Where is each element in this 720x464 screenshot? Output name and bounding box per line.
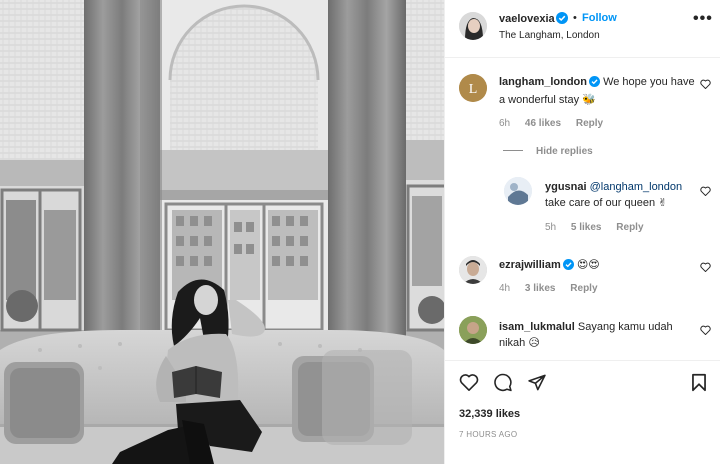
follow-button[interactable]: Follow bbox=[582, 12, 617, 24]
reply-button[interactable]: Reply bbox=[570, 283, 597, 294]
post-side-panel: vaelovexia • Follow The Langham, London … bbox=[444, 0, 720, 464]
comment-text: isam_lukmalul Sayang kamu udah nikah 😥 bbox=[499, 319, 689, 351]
commenter-avatar[interactable] bbox=[459, 316, 487, 344]
author-avatar[interactable] bbox=[459, 12, 487, 40]
post-timestamp: 7 HOURS AGO bbox=[459, 430, 518, 439]
comment-text: langham_london We hope you have a wonder… bbox=[499, 74, 699, 108]
victory-hand-emoji-icon: ✌ bbox=[658, 197, 668, 209]
reply-body: take care of our queen bbox=[545, 197, 656, 209]
comment-bubble-icon[interactable] bbox=[493, 373, 513, 395]
post-actions: 32,339 likes 7 HOURS AGO bbox=[445, 360, 720, 464]
reply-time[interactable]: 5h bbox=[545, 222, 556, 233]
comment-item: isam_lukmalul Sayang kamu udah nikah 😥 bbox=[445, 315, 720, 359]
instagram-post: vaelovexia • Follow The Langham, London … bbox=[0, 0, 720, 464]
reply-button[interactable]: Reply bbox=[616, 222, 643, 233]
hide-replies-button[interactable]: Hide replies bbox=[503, 146, 593, 157]
save-bookmark-icon[interactable] bbox=[691, 373, 707, 395]
author-username[interactable]: vaelovexia bbox=[499, 13, 555, 25]
verified-badge-icon bbox=[562, 259, 574, 275]
hide-replies-line bbox=[503, 150, 523, 151]
post-header: vaelovexia • Follow The Langham, London … bbox=[445, 0, 720, 58]
heart-eyes-emoji-icon: 😍😍 bbox=[576, 259, 600, 271]
like-heart-icon[interactable] bbox=[459, 373, 479, 394]
comment-username[interactable]: langham_london bbox=[499, 76, 587, 88]
comment-meta: 6h 46 likes Reply bbox=[499, 118, 615, 129]
share-paper-plane-icon[interactable] bbox=[527, 373, 547, 395]
post-photo[interactable] bbox=[0, 0, 444, 464]
reply-mention-link[interactable]: @langham_london bbox=[590, 181, 683, 193]
like-comment-icon[interactable] bbox=[700, 186, 711, 199]
post-location[interactable]: The Langham, London bbox=[499, 30, 600, 41]
comment-time[interactable]: 4h bbox=[499, 283, 510, 294]
verified-badge-icon bbox=[589, 76, 600, 92]
verified-badge-icon bbox=[556, 12, 568, 27]
comment-time[interactable]: 6h bbox=[499, 118, 510, 129]
comment-likes[interactable]: 46 likes bbox=[525, 118, 561, 129]
comment-item: ezrajwilliam 😍😍 4h 3 likes Reply bbox=[445, 255, 720, 305]
post-photo-image bbox=[0, 0, 444, 464]
author-avatar-image bbox=[459, 12, 487, 40]
reply-username[interactable]: ygusnai bbox=[545, 181, 587, 193]
more-options-icon[interactable]: ••• bbox=[693, 11, 713, 27]
commenter-avatar[interactable] bbox=[459, 256, 487, 284]
comment-username[interactable]: ezrajwilliam bbox=[499, 259, 561, 271]
svg-text:L: L bbox=[469, 82, 478, 97]
like-comment-icon[interactable] bbox=[700, 79, 711, 92]
langham-logo-icon[interactable]: L bbox=[459, 74, 487, 102]
sad-face-emoji-icon: 😥 bbox=[528, 337, 540, 349]
reply-meta: 5h 5 likes Reply bbox=[545, 222, 656, 233]
reply-button[interactable]: Reply bbox=[576, 118, 603, 129]
likes-count[interactable]: 32,339 likes bbox=[459, 408, 520, 420]
reply-text: ygusnai @langham_london take care of our… bbox=[545, 179, 695, 211]
hide-replies-label: Hide replies bbox=[536, 146, 593, 157]
comment-username[interactable]: isam_lukmalul bbox=[499, 321, 575, 333]
reply-avatar[interactable] bbox=[504, 177, 532, 205]
bee-emoji-icon: 🐝 bbox=[582, 94, 596, 106]
comment-likes[interactable]: 3 likes bbox=[525, 283, 556, 294]
like-comment-icon[interactable] bbox=[700, 262, 711, 275]
comment-meta: 4h 3 likes Reply bbox=[499, 283, 610, 294]
comments-list: L langham_london We hope you have a wond… bbox=[445, 59, 720, 359]
header-separator: • bbox=[573, 12, 577, 24]
comment-reply-item: ygusnai @langham_london take care of our… bbox=[445, 177, 720, 241]
reply-likes[interactable]: 5 likes bbox=[571, 222, 602, 233]
like-comment-icon[interactable] bbox=[700, 325, 711, 338]
comment-text: ezrajwilliam 😍😍 bbox=[499, 257, 699, 275]
comment-item: L langham_london We hope you have a wond… bbox=[445, 71, 720, 131]
